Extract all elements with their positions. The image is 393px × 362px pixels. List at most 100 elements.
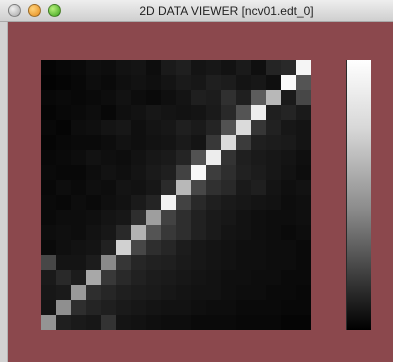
heatmap-cell bbox=[296, 195, 311, 211]
heatmap-cell bbox=[101, 75, 117, 91]
heatmap-cell bbox=[116, 165, 132, 181]
heatmap-cell bbox=[206, 315, 222, 330]
heatmap-cell bbox=[41, 225, 57, 241]
heatmap-cell bbox=[191, 285, 207, 301]
heatmap-cell bbox=[206, 105, 222, 121]
heatmap-cell bbox=[101, 165, 117, 181]
heatmap-cell bbox=[191, 165, 207, 181]
heatmap-cell bbox=[101, 255, 117, 271]
heatmap-cell bbox=[56, 165, 72, 181]
heatmap-cell bbox=[116, 135, 132, 151]
heatmap-cell bbox=[191, 60, 207, 76]
heatmap-cell bbox=[41, 240, 57, 256]
heatmap-cell bbox=[296, 285, 311, 301]
heatmap-cell bbox=[266, 210, 282, 226]
heatmap-cell bbox=[161, 240, 177, 256]
heatmap-cell bbox=[71, 135, 87, 151]
heatmap-cell bbox=[221, 210, 237, 226]
heatmap-cell bbox=[251, 105, 267, 121]
heatmap-cell bbox=[251, 270, 267, 286]
heatmap-cell bbox=[176, 90, 192, 106]
heatmap-cell bbox=[101, 90, 117, 106]
heatmap-cell bbox=[86, 195, 102, 211]
heatmap-cell bbox=[236, 60, 252, 76]
title-bar[interactable]: 2D DATA VIEWER [ncv01.edt_0] bbox=[0, 0, 393, 22]
heatmap-cell bbox=[131, 120, 147, 136]
heatmap-cell bbox=[131, 105, 147, 121]
heatmap-cell bbox=[176, 195, 192, 211]
heatmap-cell bbox=[56, 180, 72, 196]
heatmap-cell bbox=[56, 135, 72, 151]
heatmap-cell bbox=[221, 75, 237, 91]
heatmap-cell bbox=[161, 270, 177, 286]
heatmap-cell bbox=[161, 165, 177, 181]
heatmap-cell bbox=[236, 255, 252, 271]
heatmap bbox=[41, 60, 311, 330]
heatmap-cell bbox=[206, 225, 222, 241]
heatmap-cell bbox=[41, 315, 57, 330]
heatmap-cell bbox=[146, 315, 162, 330]
heatmap-cell bbox=[296, 120, 311, 136]
heatmap-cell bbox=[101, 120, 117, 136]
heatmap-cell bbox=[116, 315, 132, 330]
heatmap-cell bbox=[161, 120, 177, 136]
heatmap-cell bbox=[116, 180, 132, 196]
heatmap-cell bbox=[56, 300, 72, 316]
heatmap-cell bbox=[131, 195, 147, 211]
heatmap-cell bbox=[161, 210, 177, 226]
heatmap-cell bbox=[116, 120, 132, 136]
heatmap-cell bbox=[251, 300, 267, 316]
heatmap-cell bbox=[41, 75, 57, 91]
heatmap-cell bbox=[71, 60, 87, 76]
heatmap-cell bbox=[116, 300, 132, 316]
heatmap-cell bbox=[41, 195, 57, 211]
heatmap-cell bbox=[56, 285, 72, 301]
heatmap-cell bbox=[191, 195, 207, 211]
heatmap-cell bbox=[56, 315, 72, 330]
heatmap-cell bbox=[116, 105, 132, 121]
heatmap-cell bbox=[161, 285, 177, 301]
heatmap-cell bbox=[116, 195, 132, 211]
heatmap-cell bbox=[71, 240, 87, 256]
heatmap-cell bbox=[71, 255, 87, 271]
heatmap-cell bbox=[266, 90, 282, 106]
heatmap-cell bbox=[56, 120, 72, 136]
heatmap-cell bbox=[71, 270, 87, 286]
heatmap-cell bbox=[296, 165, 311, 181]
heatmap-cell bbox=[251, 90, 267, 106]
heatmap-cell bbox=[176, 105, 192, 121]
heatmap-cell bbox=[176, 210, 192, 226]
heatmap-cell bbox=[86, 135, 102, 151]
heatmap-cell bbox=[131, 90, 147, 106]
heatmap-cell bbox=[236, 90, 252, 106]
heatmap-cell bbox=[41, 60, 57, 76]
heatmap-cell bbox=[116, 90, 132, 106]
heatmap-cell bbox=[296, 180, 311, 196]
heatmap-cell bbox=[86, 60, 102, 76]
close-window-button[interactable] bbox=[8, 4, 21, 17]
heatmap-cell bbox=[71, 165, 87, 181]
heatmap-cell bbox=[221, 240, 237, 256]
heatmap-cell bbox=[56, 90, 72, 106]
heatmap-cell bbox=[56, 195, 72, 211]
zoom-window-button[interactable] bbox=[48, 4, 61, 17]
heatmap-cell bbox=[281, 240, 297, 256]
heatmap-cell bbox=[236, 105, 252, 121]
heatmap-cell bbox=[191, 300, 207, 316]
heatmap-cell bbox=[41, 255, 57, 271]
heatmap-cell bbox=[281, 120, 297, 136]
heatmap-cell bbox=[131, 150, 147, 166]
heatmap-cell bbox=[146, 240, 162, 256]
heatmap-cell bbox=[281, 90, 297, 106]
heatmap-cell bbox=[236, 285, 252, 301]
heatmap-cell bbox=[251, 210, 267, 226]
heatmap-cell bbox=[146, 120, 162, 136]
heatmap-cell bbox=[71, 150, 87, 166]
heatmap-cell bbox=[41, 285, 57, 301]
heatmap-cell bbox=[266, 195, 282, 211]
heatmap-cell bbox=[191, 255, 207, 271]
heatmap-cell bbox=[56, 105, 72, 121]
heatmap-cell bbox=[146, 180, 162, 196]
heatmap-cell bbox=[56, 240, 72, 256]
minimize-window-button[interactable] bbox=[28, 4, 41, 17]
